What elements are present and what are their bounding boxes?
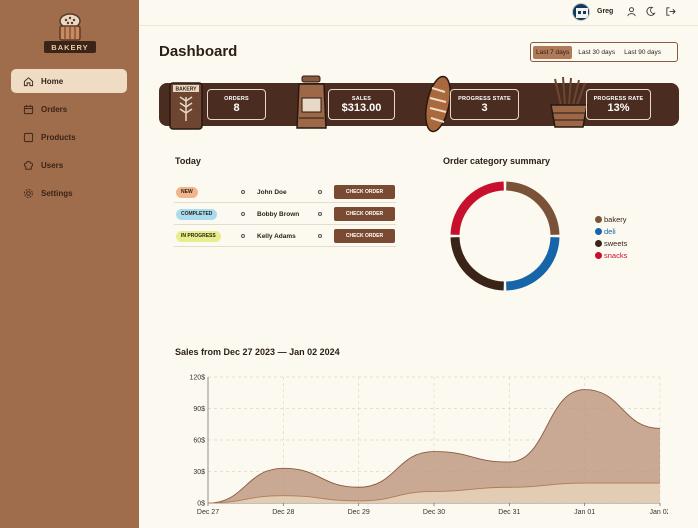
donut-slice-deli[interactable] [505,236,560,291]
stat-orders: ORDERS 8 [207,89,266,120]
sidebar-item-label: Users [41,160,64,170]
table-row: IN PROGRESS Kelly Adams CHECK ORDER [174,226,396,247]
user-name[interactable]: Greg [597,8,613,15]
dot-icon [318,190,322,194]
legend-label: bakery [604,214,627,224]
customer-name: John Doe [257,189,287,196]
dot-icon [241,234,245,238]
sales-area-chart: 0$ 30$ 60$ 90$ 120$ Dec 27 Dec 28 Dec 29 Dec 30 D… [189,375,668,517]
legend-swatch [595,239,602,247]
y-tick-label: 60$ [193,438,205,445]
range-last-7-days[interactable]: Last 7 days [533,45,573,59]
home-icon [23,76,34,86]
legend-label: snacks [604,250,628,260]
x-tick-label: Dec 27 [197,509,219,516]
status-badge: COMPLETED [176,209,218,220]
page-title: Dashboard [159,43,238,60]
range-last-30-days[interactable]: Last 30 days [575,46,618,59]
menu-board-text: BAKERY [176,87,198,93]
stat-value: 13% [607,102,630,114]
sidebar-item-label: Products [41,132,76,142]
legend-item-snacks[interactable]: snacks [595,249,627,261]
customer-name: Bobby Brown [257,211,300,218]
x-tick-label: Jan 02 [649,509,668,516]
stat-progress-state: PROGRESS STATE 3 [450,89,519,120]
stat-value: 8 [233,102,240,114]
y-tick-label: 30$ [193,469,205,476]
status-badge: NEW [176,187,198,198]
donut-slice-bakery[interactable] [505,181,560,236]
menu-board-icon: BAKERY [169,82,203,130]
sidebar-item-label: Orders [41,104,68,114]
stat-value: $313.00 [341,102,382,114]
status-badge: IN PROGRESS [176,231,221,242]
sidebar: BAKERY Home Orders Products Users Settin… [0,0,139,528]
date-range-selector: Last 7 days Last 30 days Last 90 days [530,42,678,62]
x-tick-label: Jan 01 [574,509,595,516]
legend-swatch [595,227,602,235]
legend-item-bakery[interactable]: bakery [595,213,627,225]
legend-item-sweets[interactable]: sweets [595,237,627,249]
legend-swatch [595,215,602,223]
sidebar-item-products[interactable]: Products [11,125,127,149]
legend-label: deli [604,226,616,236]
sidebar-item-label: Settings [41,188,73,198]
calendar-icon [23,104,34,114]
wheat-basket-icon [550,76,588,128]
x-tick-label: Dec 31 [498,509,520,516]
table-row: NEW John Doe CHECK ORDER [174,182,396,203]
dot-icon [318,234,322,238]
category-donut-chart [450,181,560,291]
customer-name: Kelly Adams [257,233,296,240]
y-tick-label: 90$ [193,406,205,413]
gear-icon [24,188,33,198]
stat-progress-rate: PROGRESS RATE 13% [586,89,651,120]
legend-swatch [595,251,602,259]
sales-chart-title: Sales from Dec 27 2023 — Jan 02 2024 [175,347,340,357]
check-order-button[interactable]: CHECK ORDER [334,185,395,199]
avatar[interactable] [572,3,590,21]
check-order-button[interactable]: CHECK ORDER [334,229,395,243]
today-title: Today [175,156,201,166]
bakery-logo: BAKERY [44,13,96,53]
y-tick-label: 0$ [197,501,205,508]
donut-slice-sweets[interactable] [450,236,505,291]
moon-icon[interactable] [645,6,656,17]
legend-label: sweets [604,238,628,248]
stats-banner: BAKERY ORDERS 8 SALES $313.00 PROGRESS S… [159,75,679,133]
legend-item-deli[interactable]: deli [595,225,627,237]
range-last-90-days[interactable]: Last 90 days [621,46,664,59]
chef-hat-icon [23,160,34,170]
sidebar-item-settings[interactable]: Settings [11,181,127,205]
baguette-icon [425,75,451,133]
sidebar-nav: Home Orders Products Users Settings [11,69,127,209]
x-tick-label: Dec 28 [272,509,294,516]
table-row: COMPLETED Bobby Brown CHECK ORDER [174,204,396,225]
check-order-button[interactable]: CHECK ORDER [334,207,395,221]
donut-slice-snacks[interactable] [450,181,505,236]
topbar: Greg [139,0,698,26]
sidebar-item-users[interactable]: Users [11,153,127,177]
sidebar-item-orders[interactable]: Orders [11,97,127,121]
dot-icon [318,212,322,216]
category-legend: bakery deli sweets snacks [595,213,627,261]
category-summary-title: Order category summary [443,156,551,166]
y-tick-label: 120$ [189,375,205,382]
stat-value: 3 [481,102,488,114]
stat-sales: SALES $313.00 [328,89,395,120]
dot-icon [241,212,245,216]
box-icon [23,132,34,142]
dot-icon [241,190,245,194]
sidebar-item-home[interactable]: Home [11,69,127,93]
mixer-jar-icon [296,75,327,129]
brand-name: BAKERY [51,43,88,52]
sidebar-item-label: Home [41,76,64,86]
x-tick-label: Dec 29 [348,509,370,516]
user-icon[interactable] [626,6,637,17]
logout-icon[interactable] [665,6,676,17]
x-tick-label: Dec 30 [423,509,445,516]
